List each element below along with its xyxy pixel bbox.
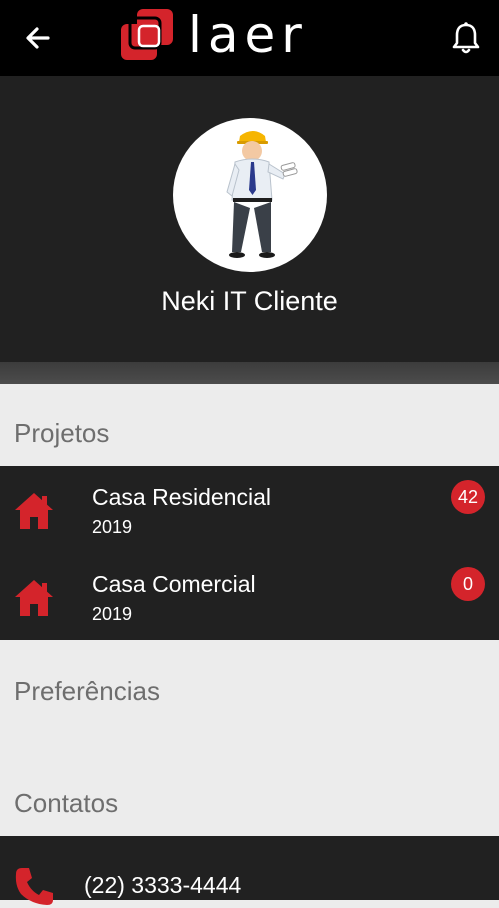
project-year: 2019 xyxy=(92,517,133,537)
contact-item-phone[interactable]: (22) 3333-4444 xyxy=(0,836,499,905)
avatar[interactable] xyxy=(173,118,327,272)
contacts-section-title: Contatos xyxy=(14,788,119,818)
profile-name: Neki IT Cliente xyxy=(161,286,338,316)
notification-bell-icon[interactable] xyxy=(446,18,486,58)
project-year: 2019 xyxy=(92,604,133,624)
phone-icon xyxy=(15,868,53,905)
notification-count-badge: 42 xyxy=(451,480,485,514)
project-name: Casa Residencial xyxy=(92,484,271,510)
profile-divider xyxy=(0,362,499,384)
projects-section-title: Projetos xyxy=(14,418,110,448)
house-icon xyxy=(15,580,53,616)
projects-list: Casa Residencial 2019 42 Casa Comercial … xyxy=(0,466,499,640)
project-name: Casa Comercial xyxy=(92,571,256,597)
house-icon xyxy=(15,493,53,529)
engineer-avatar-icon xyxy=(226,131,298,258)
back-arrow-icon[interactable] xyxy=(20,20,56,56)
app-logo: laer xyxy=(118,6,384,68)
logo-text: laer xyxy=(188,6,308,64)
contact-phone: (22) 3333-4444 xyxy=(84,872,242,898)
project-item-casa-residencial[interactable]: Casa Residencial 2019 42 xyxy=(0,466,499,553)
notification-count-badge: 0 xyxy=(451,567,485,601)
top-app-bar: laer xyxy=(0,0,499,76)
preferences-section-title[interactable]: Preferências xyxy=(14,676,160,707)
contacts-list: (22) 3333-4444 xyxy=(0,836,499,905)
logo-mark-icon xyxy=(121,9,173,60)
profile-header: Neki IT Cliente xyxy=(0,76,499,362)
project-item-casa-comercial[interactable]: Casa Comercial 2019 0 xyxy=(0,553,499,640)
